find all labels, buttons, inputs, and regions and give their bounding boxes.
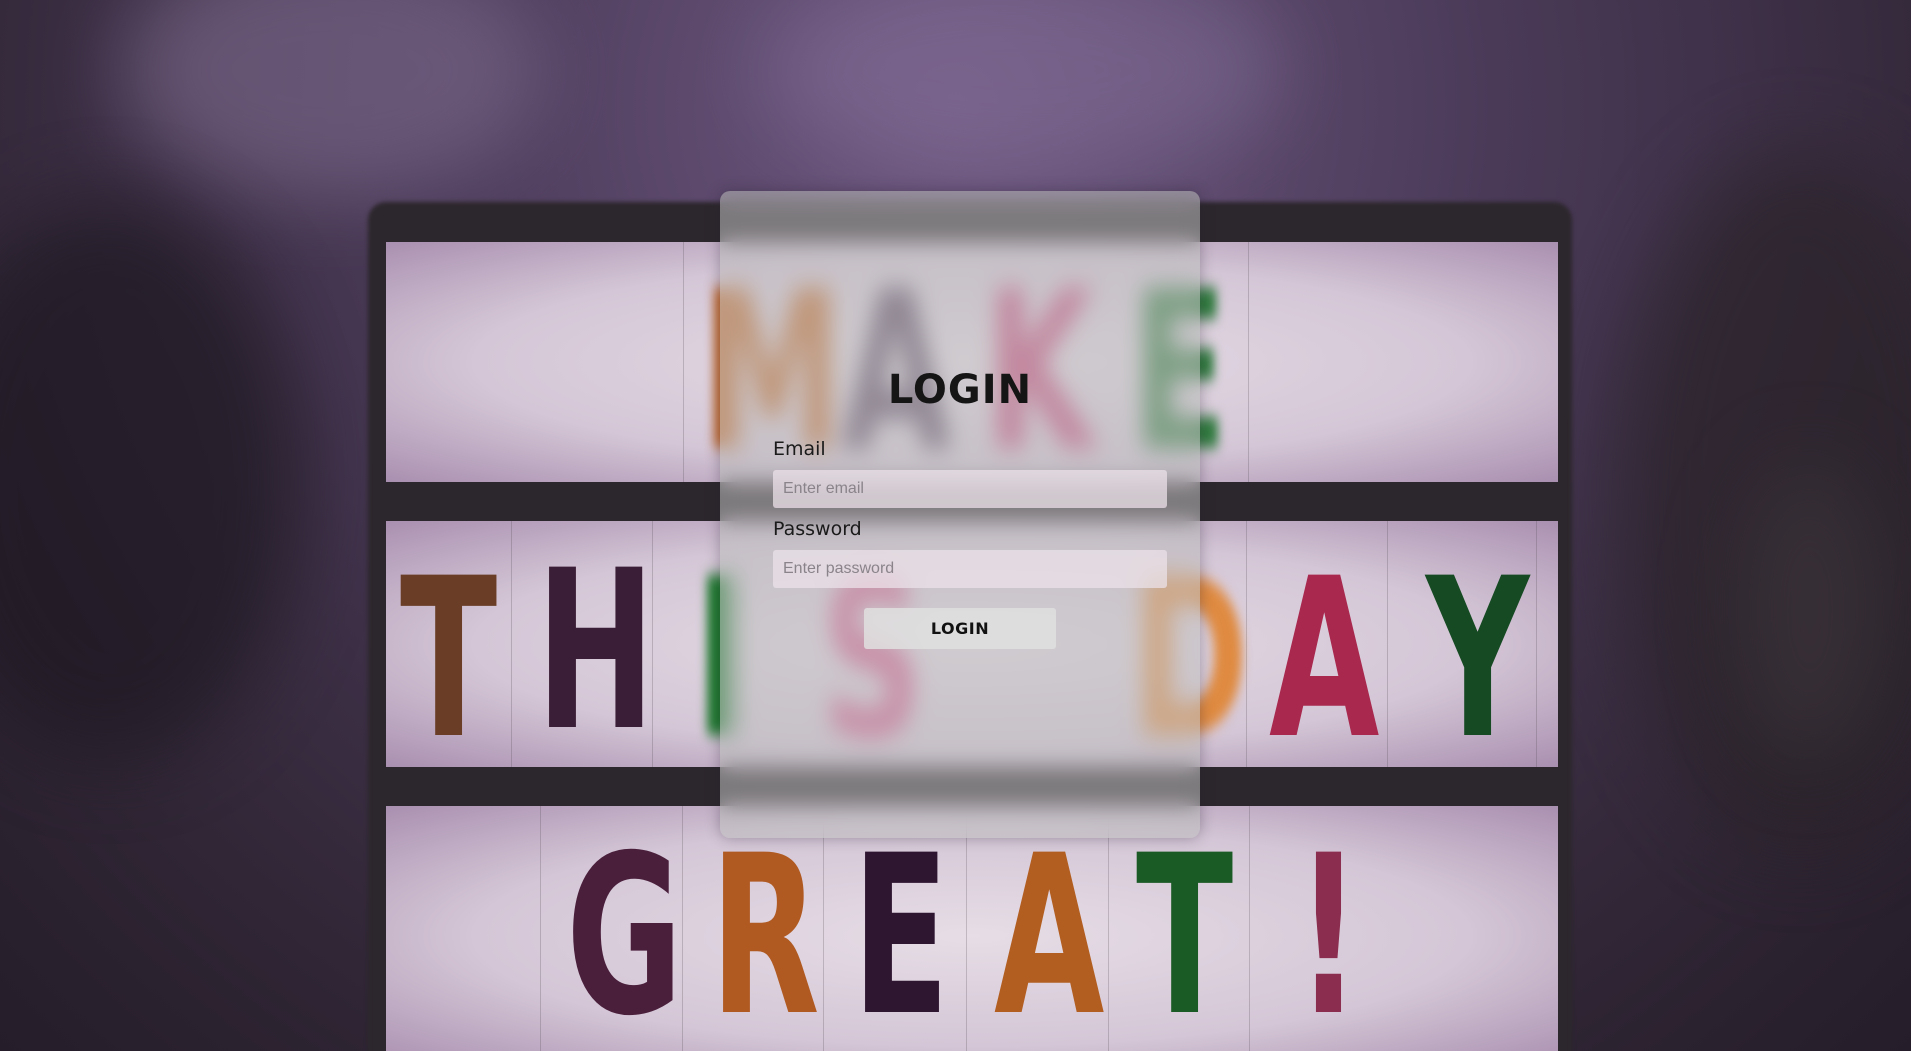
sign-letter: A <box>1269 531 1380 767</box>
sign-letter: T <box>1136 808 1234 1051</box>
sign-letter: G <box>566 808 683 1051</box>
sign-letter: ! <box>1296 808 1361 1051</box>
background-scene: M A K E T H I S D A Y G R E A T ! LOGIN … <box>0 0 1911 1051</box>
password-label: Password <box>773 518 862 540</box>
login-title: LOGIN <box>887 367 1033 413</box>
sign-letter: H <box>536 523 656 767</box>
sign-letter: R <box>710 808 820 1051</box>
sign-letter: E <box>852 808 950 1051</box>
sign-letter: Y <box>1426 531 1530 767</box>
password-input[interactable] <box>773 550 1167 588</box>
lightbox-row: G R E A T ! <box>386 806 1558 1051</box>
sign-letter: T <box>400 531 498 767</box>
email-label: Email <box>773 438 826 460</box>
login-card: LOGIN Email Password LOGIN <box>720 191 1200 838</box>
email-input[interactable] <box>773 470 1167 508</box>
sign-letter: A <box>994 808 1105 1051</box>
login-button[interactable]: LOGIN <box>864 608 1056 649</box>
